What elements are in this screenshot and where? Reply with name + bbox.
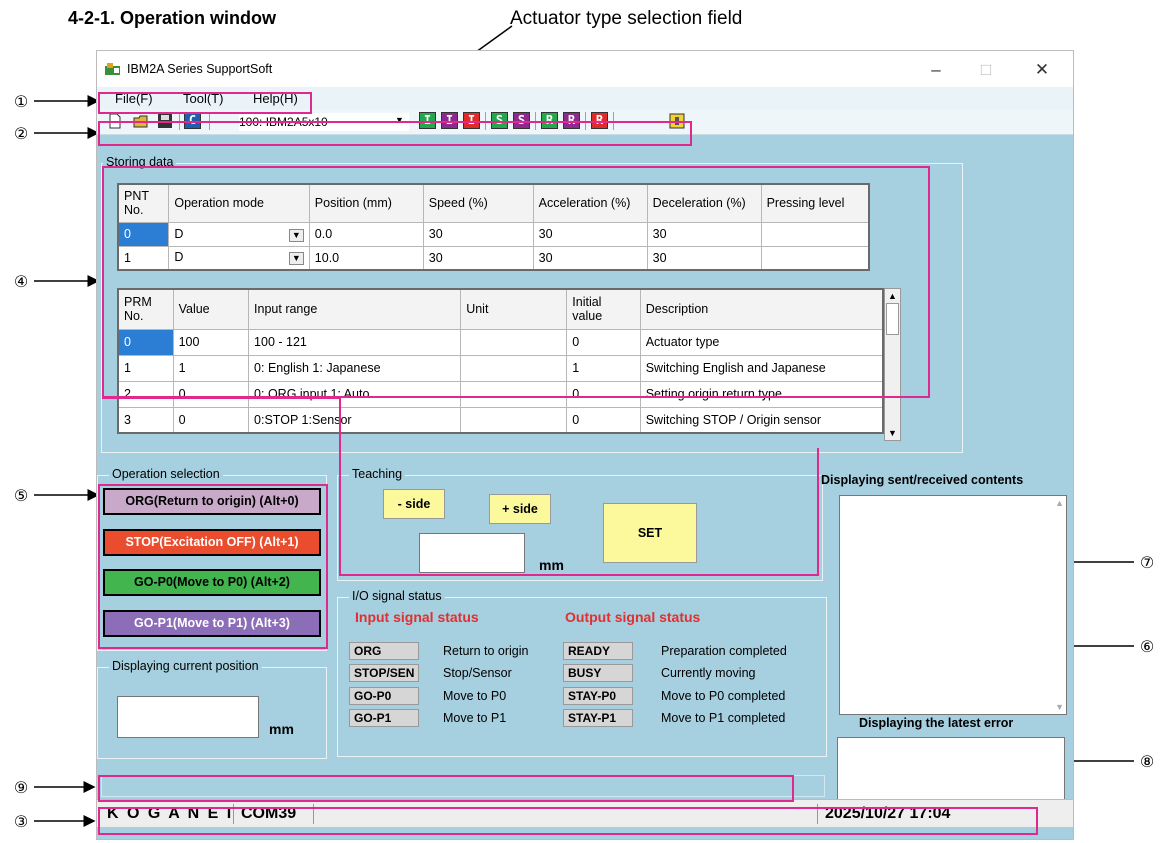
annotation-frame-status [98, 807, 1038, 835]
annotation-frame-info [98, 775, 794, 802]
annotation-frame-operation [98, 484, 328, 649]
annotation-frame-teaching [102, 397, 819, 576]
